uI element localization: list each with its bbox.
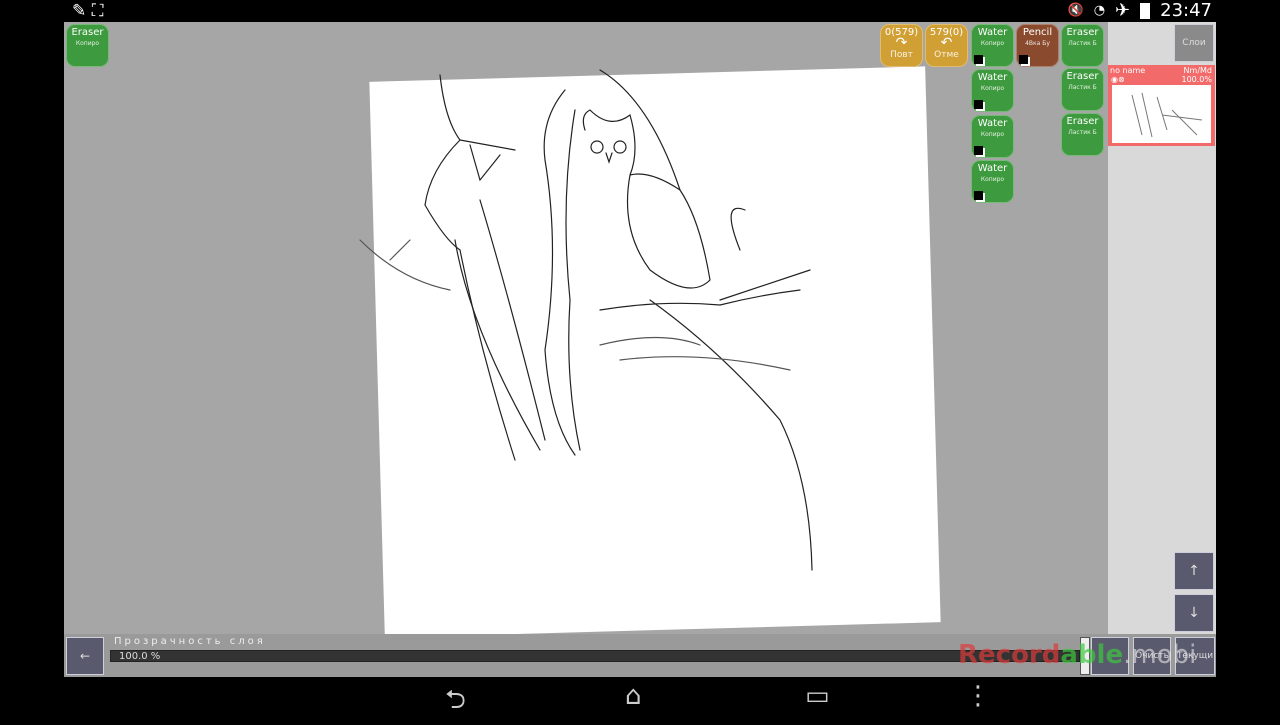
drawing-canvas[interactable]	[369, 66, 941, 638]
redo-button[interactable]: 0(579) ↷ Повт	[880, 24, 923, 67]
pencil-icon: ✎	[72, 1, 87, 21]
color-swatch[interactable]	[1019, 55, 1028, 64]
opacity-label: Прозрачность слоя	[114, 636, 266, 647]
airplane-icon: ✈	[1115, 0, 1131, 21]
eraser-tool[interactable]: Eraser Ластик Б	[1061, 24, 1104, 67]
android-nav-bar: ⮌ ⌂ ▭ ⋮	[0, 677, 1280, 720]
layer-thumbnail	[1112, 85, 1211, 143]
eraser-tool-left[interactable]: Eraser Копиро	[66, 24, 109, 67]
eraser-tool[interactable]: Eraser Ластик Б	[1061, 113, 1104, 156]
watermark: Recordable.mobi	[958, 640, 1197, 670]
layer-item[interactable]: no name Nm/Md 100.0% ◉⊗	[1108, 65, 1215, 146]
wifi-icon: ◔	[1093, 3, 1106, 18]
fullscreen-icon: ⛶	[91, 1, 104, 21]
pencil-tool[interactable]: Pencil 4Bка Бу	[1016, 24, 1059, 67]
eraser-tool[interactable]: Eraser Ластик Б	[1061, 68, 1104, 111]
water-tool[interactable]: Water Копиро	[971, 160, 1014, 203]
recent-apps-button[interactable]: ▭	[805, 681, 830, 711]
home-nav-button[interactable]: ⌂	[625, 681, 642, 711]
water-tool[interactable]: Water Копиро	[971, 115, 1014, 158]
color-swatch[interactable]	[974, 55, 983, 64]
redo-icon: ↷	[895, 35, 908, 51]
color-swatch[interactable]	[974, 100, 983, 109]
battery-icon	[1140, 2, 1151, 19]
clock: 23:47	[1160, 0, 1212, 21]
layer-opacity: 100.0%	[1181, 75, 1212, 84]
color-swatch[interactable]	[974, 146, 983, 155]
menu-nav-button[interactable]: ⋮	[965, 681, 991, 711]
water-tool[interactable]: Water Копиро	[971, 69, 1014, 112]
drawing-app: Слои ↑ ↓	[64, 22, 1216, 677]
undo-button[interactable]: 579(0) ↶ Отме	[925, 24, 968, 67]
opacity-slider[interactable]: 100.0 %	[110, 650, 1080, 662]
visibility-icon[interactable]: ◉⊗	[1111, 75, 1125, 84]
color-swatch[interactable]	[974, 191, 983, 200]
mute-icon: 🔇	[1067, 3, 1084, 18]
back-nav-button[interactable]: ⮌	[445, 681, 466, 725]
undo-icon: ↶	[940, 35, 953, 51]
layers-button[interactable]: Слои	[1174, 24, 1214, 62]
layer-down-button[interactable]: ↓	[1174, 594, 1214, 632]
back-button[interactable]: ←	[66, 637, 104, 675]
layer-mode: Nm/Md	[1183, 66, 1212, 75]
layer-up-button[interactable]: ↑	[1174, 552, 1214, 590]
water-tool[interactable]: Water Копиро	[971, 24, 1014, 67]
status-bar: ✎ ⛶ 🔇 ◔ ✈ 23:47	[0, 0, 1280, 22]
